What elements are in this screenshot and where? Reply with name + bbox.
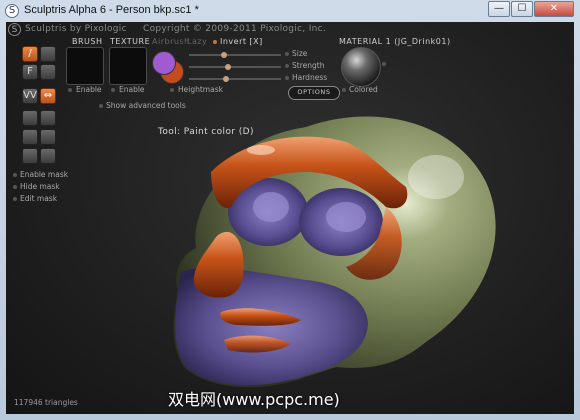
grab-tool-button[interactable] <box>22 110 38 126</box>
sculptris-window: S Sculptris Alpha 6 - Person bkp.sc1 * —… <box>0 0 580 420</box>
right-eye <box>326 202 366 232</box>
current-tool-label: Tool: Paint color (D) <box>158 127 254 137</box>
hardness-slider-knob[interactable] <box>223 76 229 82</box>
strength-slider-knob[interactable] <box>225 64 231 70</box>
size-slider[interactable] <box>189 52 281 58</box>
strength-label: Strength <box>292 61 325 70</box>
edit-mask-label[interactable]: Edit mask <box>20 194 57 203</box>
left-eye <box>253 192 289 222</box>
primary-color-swatch[interactable] <box>152 51 176 75</box>
size-slider-knob[interactable] <box>221 52 227 58</box>
draw-tool-button[interactable] <box>22 129 38 145</box>
close-button[interactable]: ✕ <box>534 1 574 17</box>
watermark-text: 双电网(www.pcpc.me) <box>168 390 340 409</box>
lazy-toggle[interactable]: Lazy <box>187 37 207 46</box>
hardness-slider[interactable] <box>189 76 281 82</box>
airbrush-toggle[interactable]: Airbrush <box>152 37 190 46</box>
pinch-tool-button[interactable] <box>40 110 56 126</box>
material-next-dot[interactable] <box>382 62 386 66</box>
brush-slot[interactable] <box>66 47 104 85</box>
size-label: Size <box>292 49 308 58</box>
invert-dot[interactable] <box>213 40 217 44</box>
window-title: Sculptris Alpha 6 - Person bkp.sc1 * <box>24 4 199 16</box>
flatten-tool-button[interactable]: F <box>22 64 38 80</box>
hide-mask-label[interactable]: Hide mask <box>20 182 60 191</box>
inflate-tool-button[interactable] <box>40 129 56 145</box>
advanced-tools-dot[interactable] <box>99 104 103 108</box>
sculptris-logo-icon: S <box>8 23 21 36</box>
colored-dot[interactable] <box>342 88 346 92</box>
scale-tool-button[interactable] <box>22 148 38 164</box>
strength-slider[interactable] <box>189 64 281 70</box>
brush-enable-label[interactable]: Enable <box>76 85 102 94</box>
material-preview[interactable] <box>341 47 381 87</box>
texture-enable-label[interactable]: Enable <box>119 85 145 94</box>
texture-slot[interactable] <box>109 47 147 85</box>
maximize-button[interactable]: ☐ <box>511 1 533 17</box>
enable-mask-dot[interactable] <box>13 173 17 177</box>
minimize-button[interactable]: — <box>488 1 510 17</box>
invert-toggle[interactable]: Invert [X] <box>220 37 263 46</box>
triangle-count: 117946 triangles <box>14 398 78 407</box>
head-highlight <box>408 155 464 199</box>
strength-dot <box>285 64 289 68</box>
hide-mask-dot[interactable] <box>13 185 17 189</box>
brush-label: BRUSH <box>72 37 103 46</box>
heightmask-dot[interactable] <box>170 88 174 92</box>
copyright-text: Copyright © 2009-2011 Pixologic, Inc. <box>143 24 327 34</box>
texture-label: TEXTURE <box>110 37 151 46</box>
edit-mask-dot[interactable] <box>13 197 17 201</box>
window-bottom-frame <box>0 414 580 420</box>
rotate-tool-button[interactable] <box>40 148 56 164</box>
brush-enable-dot[interactable] <box>68 88 72 92</box>
material-label: MATERIAL 1 (JG_Drink01) <box>339 37 451 46</box>
app-icon: S <box>5 4 19 18</box>
enable-mask-label[interactable]: Enable mask <box>20 170 68 179</box>
hardness-dot <box>285 76 289 80</box>
smooth-tool-button[interactable] <box>40 64 56 80</box>
show-advanced-tools[interactable]: Show advanced tools <box>106 101 186 110</box>
colored-label[interactable]: Colored <box>349 85 378 94</box>
heightmask-label[interactable]: Heightmask <box>178 85 223 94</box>
bump-tool-button[interactable] <box>40 46 56 62</box>
texture-enable-dot[interactable] <box>111 88 115 92</box>
mirror-tool-button[interactable]: VV <box>22 88 38 104</box>
app-name: Sculptris by Pixologic <box>25 24 127 34</box>
brow-highlight <box>247 145 275 155</box>
viewport[interactable]: S Sculptris by Pixologic Copyright © 200… <box>6 22 574 414</box>
options-button[interactable]: OPTIONS <box>288 86 340 100</box>
title-bar[interactable]: S Sculptris Alpha 6 - Person bkp.sc1 * —… <box>0 0 580 22</box>
paint-tool-button[interactable]: / <box>22 46 38 62</box>
size-dot <box>285 52 289 56</box>
symmetry-tool-button[interactable]: ⇔ <box>40 88 56 104</box>
hardness-label: Hardness <box>292 73 328 82</box>
